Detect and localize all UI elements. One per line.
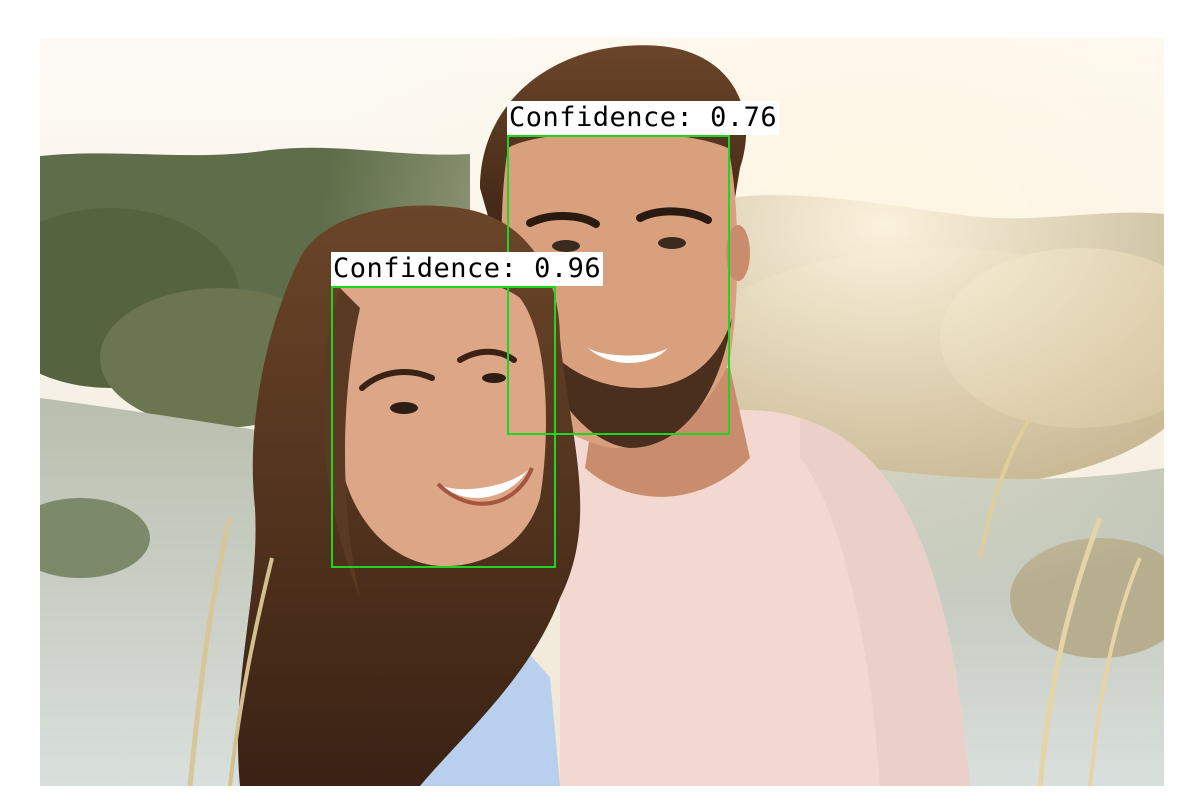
face-detection-box-2 (331, 286, 556, 568)
face-detection-label-1: Confidence: 0.76 (507, 101, 780, 135)
face-detection-label-2: Confidence: 0.96 (331, 252, 604, 286)
